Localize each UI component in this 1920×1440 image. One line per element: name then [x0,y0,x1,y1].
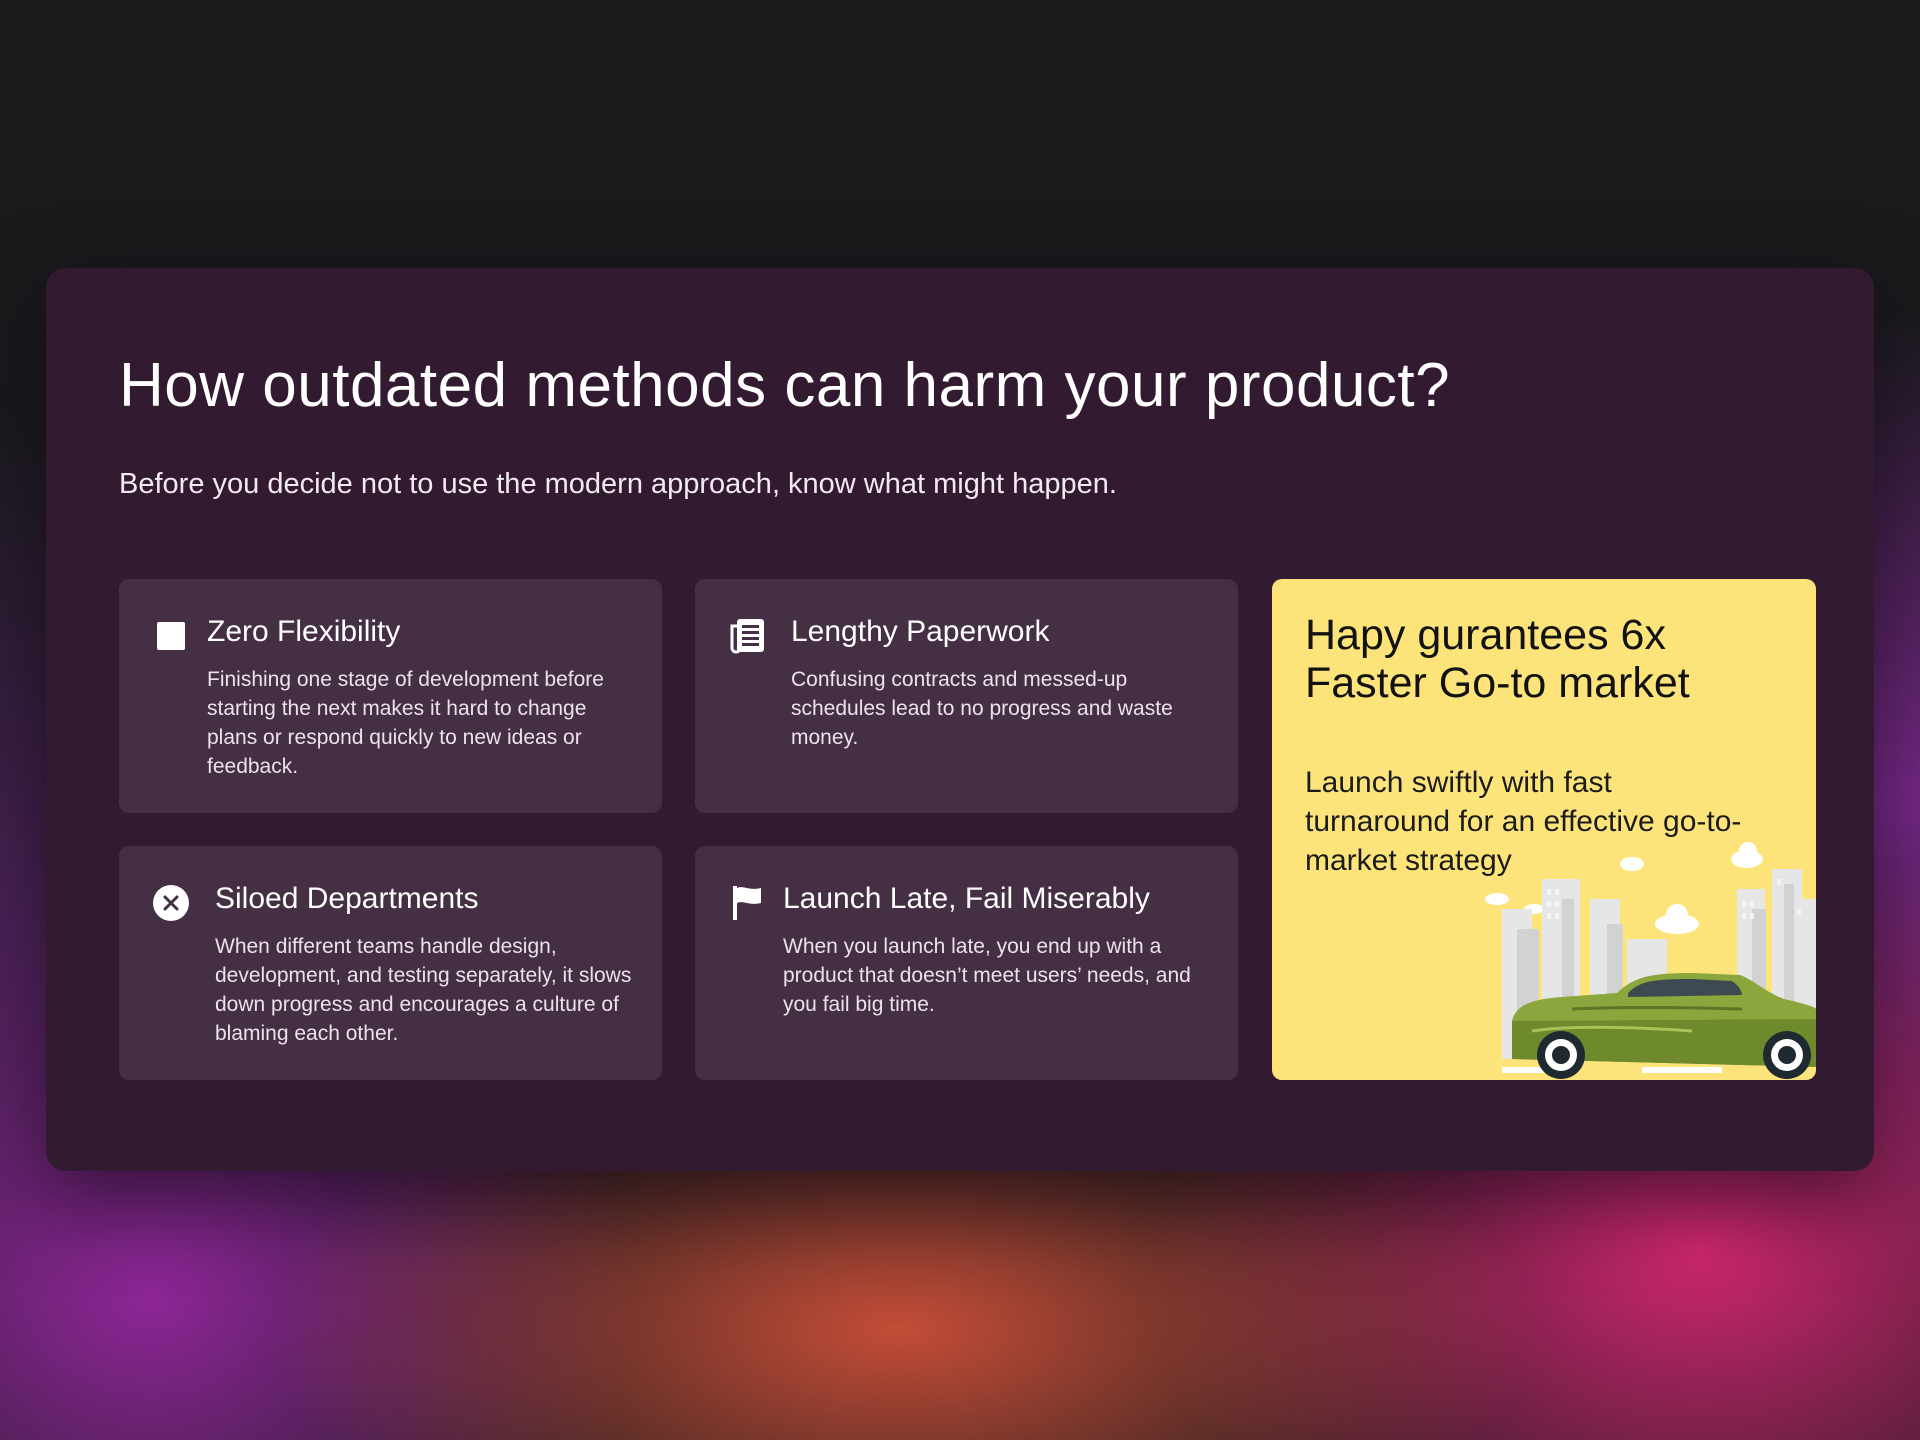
main-panel: How outdated methods can harm your produ… [46,268,1874,1171]
promo-title: Hapy gurantees 6x Faster Go-to market [1305,611,1690,707]
card-description: When different teams handle design, deve… [215,935,632,1045]
page-subtitle: Before you decide not to use the modern … [119,468,1117,500]
card-zero-flexibility: Zero Flexibility Finishing one stage of … [119,579,662,813]
document-icon [728,617,766,655]
promo-description: Launch swiftly with fast turnaround for … [1305,766,1742,877]
promo-card: Hapy gurantees 6x Faster Go-to market La… [1272,579,1816,1080]
page-title: How outdated methods can harm your produ… [119,351,1451,420]
card-title: Siloed Departments [215,882,479,915]
card-description: Finishing one stage of development befor… [207,668,604,778]
flag-icon [728,884,766,922]
close-circle-icon [152,884,190,922]
card-siloed-departments: Siloed Departments When different teams … [119,846,662,1080]
square-icon [152,617,190,655]
card-description: Confusing contracts and messed-up schedu… [791,668,1173,749]
card-title: Launch Late, Fail Miserably [783,882,1150,915]
card-title: Lengthy Paperwork [791,615,1050,648]
card-lengthy-paperwork: Lengthy Paperwork Confusing contracts an… [695,579,1238,813]
card-title: Zero Flexibility [207,615,401,648]
card-description: When you launch late, you end up with a … [783,935,1191,1016]
card-launch-late: Launch Late, Fail Miserably When you lau… [695,846,1238,1080]
